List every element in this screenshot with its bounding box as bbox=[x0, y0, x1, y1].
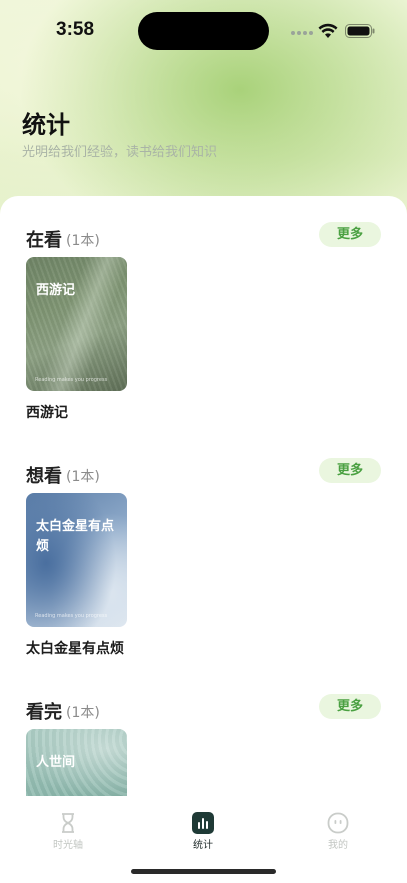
section-reading: 在看 (1本) 更多 西游记 Reading makes you progres… bbox=[0, 222, 407, 421]
section-count: (1本) bbox=[66, 469, 100, 485]
book-cover[interactable]: 西游记 Reading makes you progress bbox=[26, 257, 127, 391]
section-title: 看完 bbox=[26, 702, 62, 723]
cover-title: 太白金星有点烦 bbox=[36, 519, 115, 554]
status-time: 3:58 bbox=[56, 19, 95, 40]
section-want-to-read: 想看 (1本) 更多 太白金星有点烦 Reading makes you pro… bbox=[0, 458, 407, 657]
wifi-icon bbox=[318, 23, 338, 38]
section-count: (1本) bbox=[66, 233, 100, 249]
cover-title: 西游记 bbox=[36, 283, 76, 298]
cover-tagline: Reading makes you progress bbox=[35, 377, 108, 383]
book-cover[interactable]: 人世间 bbox=[26, 729, 127, 796]
tab-timeline[interactable]: 时光轴 bbox=[28, 812, 108, 851]
page-title: 统计 bbox=[22, 111, 70, 139]
tab-profile[interactable]: 我的 bbox=[298, 812, 378, 851]
cellular-signal-icon bbox=[291, 31, 313, 35]
section-title: 在看 bbox=[26, 230, 62, 251]
section-count: (1本) bbox=[66, 705, 100, 721]
battery-icon bbox=[345, 24, 375, 38]
more-button[interactable]: 更多 bbox=[319, 694, 381, 719]
tab-label: 我的 bbox=[328, 840, 348, 851]
book-name[interactable]: 太白金星有点烦 bbox=[26, 638, 124, 658]
book-cover[interactable]: 太白金星有点烦 Reading makes you progress bbox=[26, 493, 127, 627]
section-title: 想看 bbox=[26, 466, 62, 487]
tab-label: 统计 bbox=[193, 840, 213, 851]
cover-title: 人世间 bbox=[36, 755, 76, 770]
profile-face-icon bbox=[327, 812, 349, 834]
tab-label: 时光轴 bbox=[53, 840, 83, 851]
bar-chart-icon bbox=[192, 812, 214, 834]
status-bar: 3:58 bbox=[0, 0, 407, 60]
book-name[interactable]: 西游记 bbox=[26, 402, 68, 422]
content-sheet: 在看 (1本) 更多 西游记 Reading makes you progres… bbox=[0, 196, 407, 796]
hourglass-icon bbox=[62, 813, 74, 833]
page-subtitle: 光明给我们经验，读书给我们知识 bbox=[22, 145, 218, 160]
more-button[interactable]: 更多 bbox=[319, 458, 381, 483]
home-indicator[interactable] bbox=[131, 869, 276, 874]
cover-tagline: Reading makes you progress bbox=[35, 613, 108, 619]
more-button[interactable]: 更多 bbox=[319, 222, 381, 247]
section-finished: 看完 (1本) 更多 人世间 bbox=[0, 694, 407, 796]
dynamic-island bbox=[138, 12, 269, 50]
tab-statistics[interactable]: 统计 bbox=[163, 812, 243, 851]
